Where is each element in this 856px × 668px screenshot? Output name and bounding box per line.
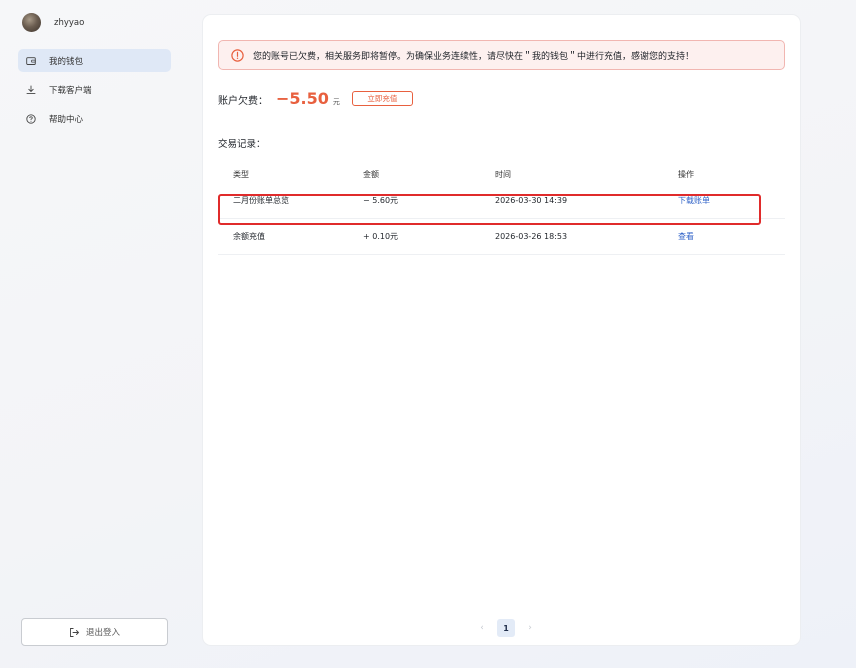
balance-amount: −5.50: [276, 89, 329, 108]
view-link[interactable]: 查看: [678, 231, 785, 242]
logout-icon: [69, 627, 80, 638]
row-time: 2026-03-26 18:53: [495, 232, 568, 241]
pagination: ‹ 1 ›: [473, 619, 539, 637]
overdue-alert: 您的账号已欠费，相关服务即将暂停。为确保业务连续性，请尽快在＂我的钱包＂中进行充…: [218, 40, 785, 70]
balance-row: 账户欠费： −5.50 元 立即充值: [218, 89, 413, 109]
row-type: 二月份账单总览: [233, 196, 289, 205]
logout-button[interactable]: 退出登入: [21, 618, 168, 646]
sidebar-item-help-center[interactable]: 帮助中心: [18, 107, 171, 130]
table-header: 类型 金额 时间 操作: [218, 165, 785, 183]
wallet-panel: 您的账号已欠费，相关服务即将暂停。为确保业务连续性，请尽快在＂我的钱包＂中进行充…: [203, 15, 800, 645]
alert-text: 您的账号已欠费，相关服务即将暂停。为确保业务连续性，请尽快在＂我的钱包＂中进行充…: [253, 51, 695, 62]
sidebar-item-label: 下载客户端: [49, 85, 92, 96]
recharge-button[interactable]: 立即充值: [351, 91, 413, 106]
column-header-time: 时间: [495, 169, 511, 179]
sidebar-item-label: 我的钱包: [49, 56, 84, 67]
next-page-button[interactable]: ›: [521, 619, 539, 637]
sidebar: zhyyao 我的钱包 下载客户端 帮助中心 退出登入: [0, 0, 186, 668]
row-amount: − 5.60元: [363, 196, 399, 205]
column-header-amount: 金额: [363, 169, 379, 179]
row-time: 2026-03-30 14:39: [495, 196, 568, 205]
row-amount: + 0.10元: [363, 232, 399, 241]
username: zhyyao: [54, 17, 85, 28]
logout-label: 退出登入: [85, 628, 120, 638]
prev-page-button[interactable]: ‹: [473, 619, 491, 637]
transactions-table: 类型 金额 时间 操作 二月份账单总览 − 5.60元 2026-03-30 1…: [218, 165, 785, 255]
column-header-type: 类型: [233, 169, 249, 179]
help-icon: [26, 113, 36, 124]
download-icon: [26, 85, 36, 95]
column-header-action: 操作: [678, 169, 694, 179]
balance-unit: 元: [332, 98, 340, 106]
wallet-icon: [26, 56, 36, 66]
table-row: 余额充值 + 0.10元 2026-03-26 18:53 查看: [218, 219, 785, 255]
row-type: 余额充值: [233, 232, 265, 241]
records-title: 交易记录：: [218, 139, 266, 150]
sidebar-item-download-client[interactable]: 下载客户端: [18, 78, 171, 101]
user-profile[interactable]: zhyyao: [22, 13, 84, 32]
download-bill-link[interactable]: 下载账单: [678, 195, 785, 206]
sidebar-item-wallet[interactable]: 我的钱包: [18, 49, 171, 72]
balance-label: 账户欠费：: [218, 96, 268, 107]
page-number[interactable]: 1: [497, 619, 515, 637]
table-row: 二月份账单总览 − 5.60元 2026-03-30 14:39 下载账单: [218, 183, 785, 219]
warning-circle-icon: [231, 48, 244, 62]
sidebar-item-label: 帮助中心: [49, 114, 84, 125]
sidebar-nav: 我的钱包 下载客户端 帮助中心: [18, 49, 171, 136]
avatar[interactable]: [22, 13, 41, 32]
